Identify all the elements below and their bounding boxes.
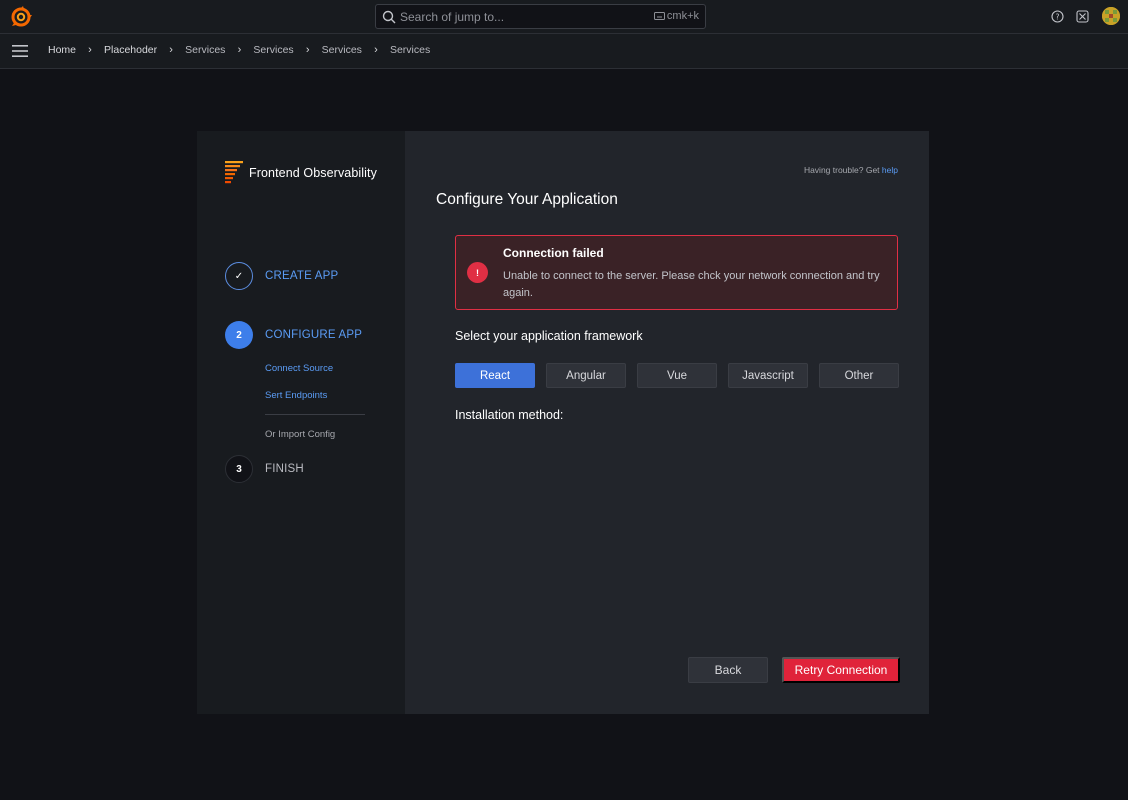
framework-angular-button[interactable]: Angular [546,363,626,388]
step-configure-app[interactable]: CONFIGURE APP [265,329,362,341]
search-icon [382,10,396,24]
framework-vue-button[interactable]: Vue [637,363,717,388]
chevron-right-icon: › [374,44,378,56]
chevron-right-icon: › [169,44,173,56]
installation-method-label: Installation method: [455,408,564,422]
help-link[interactable]: help [882,165,898,175]
grafana-logo-icon[interactable] [10,6,32,28]
close-box-icon[interactable] [1076,10,1089,23]
step-finish[interactable]: FINISH [265,463,304,475]
step-1-done-marker: ✓ [225,262,253,290]
brand-name: Frontend Observability [249,166,377,180]
keyboard-icon [653,12,665,20]
help-circle-icon[interactable]: ? [1051,10,1064,23]
framework-javascript-button[interactable]: Javascript [728,363,808,388]
breadcrumb-item-services[interactable]: Services [185,44,225,56]
page-title: Configure Your Application [436,191,618,208]
help-hint-text: Having trouble? Get [803,165,880,175]
step-number: 2 [236,329,242,341]
framework-other-button[interactable]: Other [819,363,899,388]
search-shortcut-text: cmk+k [666,10,699,22]
substep-set-endpoints[interactable]: Sert Endpoints [265,390,327,401]
breadcrumb-item-services[interactable]: Services [322,44,362,56]
divider [265,414,365,415]
avatar-image [1102,7,1120,25]
search-bar[interactable]: Search of jump to... cmk+k [375,4,706,29]
help-hint: Having trouble? Get help [804,165,898,175]
breadcrumb-bar: Home › Placehoder › Services › Services … [0,34,1128,69]
hamburger-menu-icon[interactable] [12,45,28,57]
back-button[interactable]: Back [688,657,768,683]
user-avatar[interactable] [1102,7,1120,25]
chevron-right-icon: › [305,44,310,56]
svg-text:?: ? [1056,12,1060,21]
alert-message: Unable to connect to the server. Please … [503,270,880,299]
error-alert: ! Connection failed Unable to connect to… [455,235,898,310]
breadcrumb-item-services-current: Services [389,44,431,56]
breadcrumb-item-services[interactable]: Services [253,44,293,56]
step-number: 3 [236,463,242,475]
error-icon: ! [467,262,488,283]
top-bar: Search of jump to... cmk+k ? [0,0,1128,34]
search-placeholder: Search of jump to... [400,10,505,24]
framework-react-button[interactable]: React [455,363,535,388]
checkmark-icon: ✓ [234,270,244,282]
configure-panel: Having trouble? Get help Configure Your … [405,131,929,714]
error-icon-glyph: ! [476,267,479,278]
step-3-pending-marker: 3 [225,455,253,483]
brand: Frontend Observability [225,161,377,185]
search-shortcut: cmk+k [653,10,699,22]
breadcrumb-item-home[interactable]: Home [48,44,76,56]
retry-connection-button[interactable]: Retry Connection [782,657,900,683]
chevron-right-icon: › [237,44,242,56]
breadcrumb-item-placeholder[interactable]: Placehoder [104,44,157,56]
frontend-observability-logo-icon [225,161,243,184]
step-create-app[interactable]: CREATE APP [265,270,338,282]
framework-label: Select your application framework [455,329,643,343]
alert-title: Connection failed [503,246,604,260]
wizard-sidebar: Frontend Observability ✓ CREATE APP 2 CO… [197,131,405,714]
step-2-active-marker: 2 [225,321,253,349]
breadcrumb: Home › Placehoder › Services › Services … [48,44,430,56]
substep-connect-source[interactable]: Connect Source [265,363,333,374]
chevron-right-icon: › [88,44,92,56]
import-config-link[interactable]: Or Import Config [265,429,335,440]
